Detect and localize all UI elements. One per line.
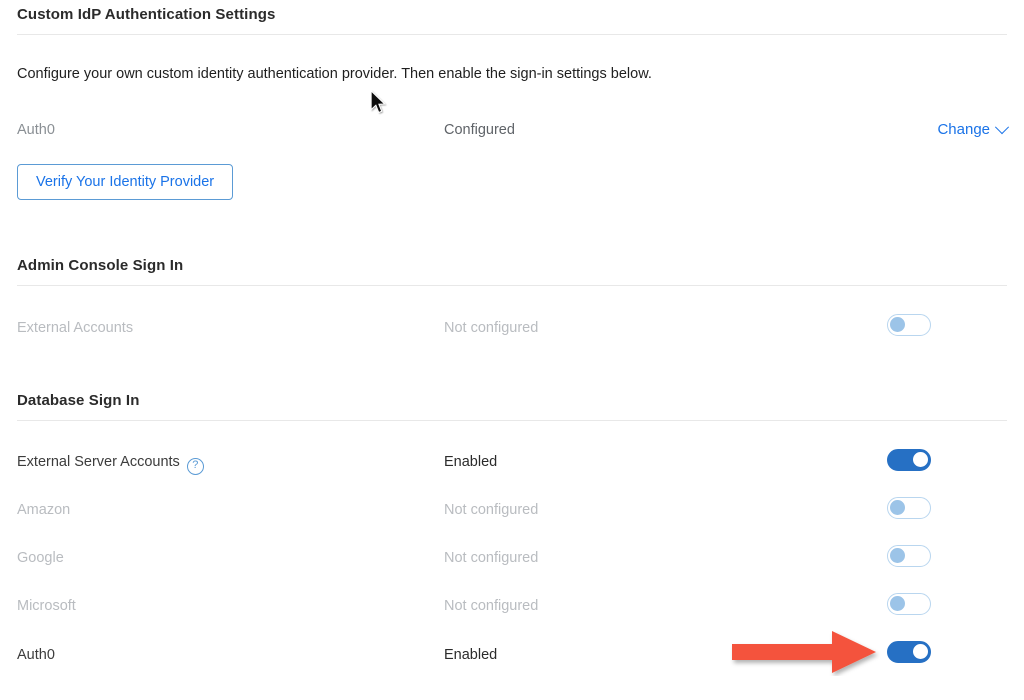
toggle-external-accounts[interactable] xyxy=(887,314,931,336)
row-status-amazon: Not configured xyxy=(444,502,539,518)
admin-console-divider xyxy=(17,285,1007,286)
row-status-external-accounts: Not configured xyxy=(444,320,539,336)
row-status-auth0: Enabled xyxy=(444,647,498,663)
row-microsoft: Microsoft Not configured xyxy=(0,595,1024,625)
toggle-knob xyxy=(890,500,905,515)
row-label-auth0: Auth0 xyxy=(17,647,55,663)
admin-console-heading: Admin Console Sign In xyxy=(17,257,184,274)
toggle-knob xyxy=(890,596,905,611)
toggle-google[interactable] xyxy=(887,545,931,567)
row-external-accounts: External Accounts Not configured xyxy=(0,317,1024,347)
arrow-cursor xyxy=(370,89,388,116)
toggle-knob xyxy=(890,548,905,563)
help-icon[interactable]: ? xyxy=(186,458,204,475)
toggle-external-server-accounts[interactable] xyxy=(887,449,931,471)
row-amazon: Amazon Not configured xyxy=(0,499,1024,529)
row-external-server-accounts: External Server Accounts? Enabled xyxy=(0,451,1024,481)
row-label-external-server-accounts: External Server Accounts xyxy=(17,454,180,470)
page-title: Custom IdP Authentication Settings xyxy=(17,6,276,23)
row-status-google: Not configured xyxy=(444,550,539,566)
database-sign-in-heading: Database Sign In xyxy=(17,392,140,409)
row-auth0: Auth0 Enabled xyxy=(0,644,1024,674)
row-google: Google Not configured xyxy=(0,547,1024,577)
row-label-microsoft: Microsoft xyxy=(17,598,76,614)
row-label-wrap-external-server-accounts: External Server Accounts? xyxy=(17,451,204,475)
row-label-amazon: Amazon xyxy=(17,502,71,518)
toggle-auth0[interactable] xyxy=(887,641,931,663)
change-idp-dropdown[interactable]: Change xyxy=(937,119,1010,138)
idp-status: Configured xyxy=(444,122,515,138)
toggle-microsoft[interactable] xyxy=(887,593,931,615)
idp-row: Auth0 Configured xyxy=(0,119,1024,149)
toggle-knob xyxy=(913,644,928,659)
row-status-external-server-accounts: Enabled xyxy=(444,454,498,470)
idp-name: Auth0 xyxy=(17,122,55,138)
row-status-microsoft: Not configured xyxy=(444,598,539,614)
chevron-down-icon xyxy=(994,119,1010,134)
verify-identity-provider-button[interactable]: Verify Your Identity Provider xyxy=(17,164,234,200)
row-label-google: Google xyxy=(17,550,64,566)
settings-page: Custom IdP Authentication Settings Confi… xyxy=(0,0,1024,700)
page-description: Configure your own custom identity authe… xyxy=(17,66,652,82)
change-label: Change xyxy=(937,121,990,138)
toggle-amazon[interactable] xyxy=(887,497,931,519)
toggle-knob xyxy=(913,452,928,467)
toggle-knob xyxy=(890,317,905,332)
database-sign-in-divider xyxy=(17,420,1007,421)
title-divider xyxy=(17,34,1007,35)
row-label-external-accounts: External Accounts xyxy=(17,320,134,336)
